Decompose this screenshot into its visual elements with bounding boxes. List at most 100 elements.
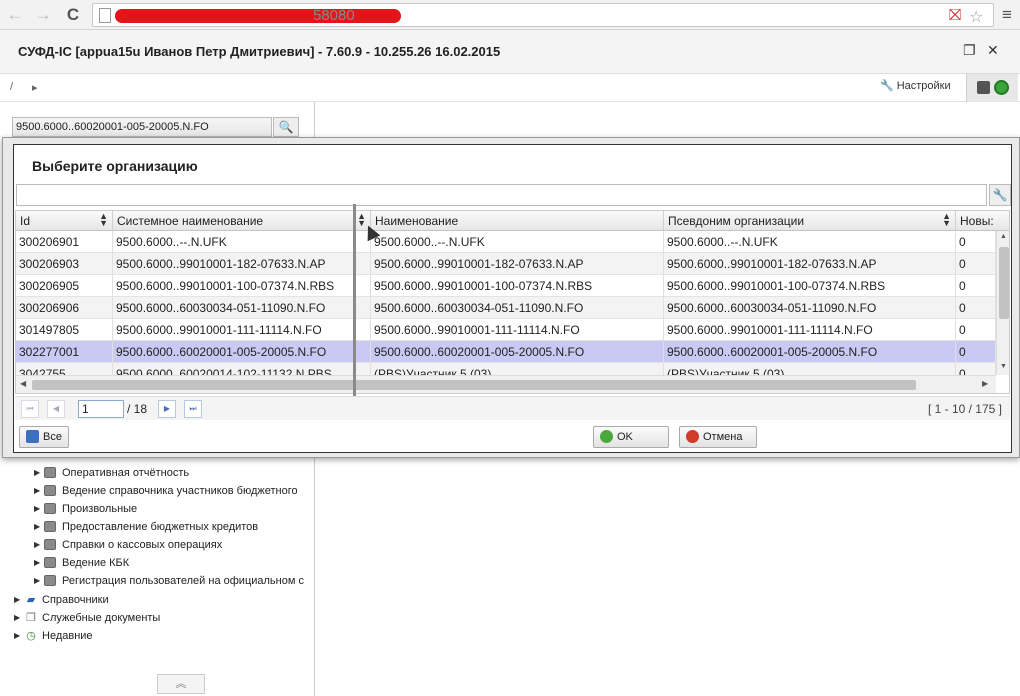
cell-name: 9500.6000..99010001-100-07374.N.RBS	[371, 275, 664, 297]
sort-icon[interactable]: ▲ ▼	[99, 212, 108, 228]
cell-alias: 9500.6000..99010001-111-11114.N.FO	[664, 319, 956, 341]
expand-arrow-icon[interactable]: ▶	[14, 595, 24, 604]
table-row[interactable]: 300206906 9500.6000..60030034-051-11090.…	[16, 297, 996, 319]
scroll-down-icon[interactable]: ▼	[1000, 363, 1007, 370]
tree-item[interactable]: ▶ Регистрация пользователей на официально…	[34, 575, 304, 587]
hamburger-menu-icon[interactable]: ≡	[996, 4, 1018, 26]
page-count: / 18	[127, 402, 148, 416]
expand-arrow-icon[interactable]: ▶	[34, 486, 44, 495]
refresh-icon[interactable]	[994, 80, 1009, 95]
cell-system-name: 9500.6000..60020001-005-20005.N.FO	[113, 341, 371, 363]
forward-arrow-icon[interactable]: →	[32, 4, 54, 26]
cell-name: (PBS)Участник 5 (03)	[371, 363, 664, 375]
check-icon	[600, 430, 613, 443]
tree-item-references[interactable]: ▶ ▰ Справочники	[14, 593, 304, 606]
column-header-alias[interactable]: Псевдоним организации ▲ ▼	[664, 211, 956, 231]
back-arrow-icon[interactable]: ←	[4, 4, 26, 26]
expand-arrow-icon[interactable]: ▶	[34, 504, 44, 513]
filter-input[interactable]	[16, 184, 987, 206]
tree-item-service-documents[interactable]: ▶ ❐ Служебные документы	[14, 611, 304, 624]
monitor-icon[interactable]	[977, 81, 990, 94]
settings-button[interactable]: 🔧 Настройки	[880, 79, 951, 92]
address-bar[interactable]: 58080 ⛝ ☆	[92, 3, 994, 27]
cell-id: 300206901	[16, 231, 113, 253]
table-row[interactable]: 300206905 9500.6000..99010001-100-07374.…	[16, 275, 996, 297]
expand-arrow-icon[interactable]: ▶	[34, 522, 44, 531]
tree-item[interactable]: ▶ Предоставление бюджетных кредитов	[34, 521, 304, 533]
next-page-icon[interactable]: ▶	[158, 400, 176, 418]
scroll-up-icon[interactable]: ▲	[1000, 233, 1007, 240]
main-toolbar: / ▸ 🔧 Настройки	[0, 74, 1020, 102]
sort-icon[interactable]: ▲ ▼	[942, 212, 951, 228]
first-page-icon[interactable]: ⏮	[21, 400, 39, 418]
all-button[interactable]: Все	[19, 426, 69, 448]
restore-icon[interactable]: ❐	[963, 42, 976, 59]
left-search-input[interactable]: 9500.6000..60020001-005-20005.N.FO	[12, 117, 272, 137]
column-header-id[interactable]: Id ▲ ▼	[16, 211, 113, 231]
sort-icon[interactable]: ▲ ▼	[357, 212, 366, 228]
column-header-name[interactable]: Наименование	[371, 211, 664, 231]
expand-arrow-icon[interactable]: ▶	[34, 468, 44, 477]
cell-system-name: 9500.6000..60020014-102-11132.N.PBS	[113, 363, 371, 375]
collapse-panel-button[interactable]: ︽	[157, 674, 205, 694]
breadcrumb-arrow[interactable]: ▸	[32, 81, 38, 94]
cell-name: 9500.6000..60020001-005-20005.N.FO	[371, 341, 664, 363]
cell-system-name: 9500.6000..60030034-051-11090.N.FO	[113, 297, 371, 319]
folder-icon	[44, 575, 56, 586]
ok-button[interactable]: OK	[593, 426, 669, 448]
scroll-right-icon[interactable]: ▶	[982, 379, 988, 388]
page-number-input[interactable]: 1	[78, 400, 124, 418]
tree-item[interactable]: ▶ Ведение справочника участников бюджетно…	[34, 485, 304, 497]
cell-new: 0	[956, 297, 996, 319]
expand-arrow-icon[interactable]: ▶	[34, 558, 44, 567]
wrench-icon: 🔧	[880, 80, 894, 92]
scrollbar-thumb[interactable]	[32, 380, 916, 390]
table-row[interactable]: 301497805 9500.6000..99010001-111-11114.…	[16, 319, 996, 341]
cell-name: 9500.6000..99010001-182-07633.N.AP	[371, 253, 664, 275]
blocked-icon[interactable]: ⛝	[949, 7, 961, 25]
page-icon	[99, 8, 111, 23]
table-row[interactable]: 300206903 9500.6000..99010001-182-07633.…	[16, 253, 996, 275]
tree-item[interactable]: ▶ Ведение КБК	[34, 557, 304, 569]
scroll-left-icon[interactable]: ◀	[20, 379, 26, 388]
tree-item[interactable]: ▶ Оперативная отчётность	[34, 467, 304, 479]
records-info: [ 1 - 10 / 175 ]	[927, 402, 1002, 416]
prev-page-icon[interactable]: ◀	[47, 400, 65, 418]
cell-id: 300206905	[16, 275, 113, 297]
folder-icon	[44, 485, 56, 496]
star-icon[interactable]: ☆	[969, 7, 983, 27]
cell-name: 9500.6000..60030034-051-11090.N.FO	[371, 297, 664, 319]
cell-alias: 9500.6000..60020001-005-20005.N.FO	[664, 341, 956, 363]
table-row-selected[interactable]: 302277001 9500.6000..60020001-005-20005.…	[16, 341, 996, 363]
close-icon[interactable]: ✕	[987, 42, 999, 59]
cancel-button[interactable]: Отмена	[679, 426, 757, 448]
column-header-new[interactable]: Новы:	[956, 211, 1009, 231]
table-row[interactable]: 300206901 9500.6000..--.N.UFK 9500.6000.…	[16, 231, 996, 253]
last-page-icon[interactable]: ⏭	[184, 400, 202, 418]
cell-system-name: 9500.6000..--.N.UFK	[113, 231, 371, 253]
cell-name: 9500.6000..99010001-111-11114.N.FO	[371, 319, 664, 341]
expand-arrow-icon[interactable]: ▶	[34, 576, 44, 585]
expand-arrow-icon[interactable]: ▶	[14, 613, 24, 622]
vertical-scrollbar[interactable]: ▲ ▼	[996, 231, 1009, 375]
folder-icon	[44, 539, 56, 550]
column-resize-handle[interactable]	[353, 204, 356, 414]
settings-label: Настройки	[896, 80, 951, 92]
search-icon[interactable]: 🔍	[273, 117, 299, 137]
scrollbar-thumb[interactable]	[999, 247, 1009, 319]
cell-new: 0	[956, 341, 996, 363]
horizontal-scrollbar[interactable]: ◀ ▶	[16, 375, 996, 393]
tree-item-recent[interactable]: ▶ ◷ Недавние	[14, 629, 304, 642]
table-row[interactable]: 3042755 9500.6000..60020014-102-11132.N.…	[16, 363, 996, 375]
url-port: 58080	[313, 7, 355, 24]
select-organization-dialog: Выберите организацию 🔧 Id ▲ ▼ Системное на…	[2, 137, 1020, 458]
column-header-system-name[interactable]: Системное наименование ▲ ▼	[113, 211, 371, 231]
tree-item[interactable]: ▶ Справки о кассовых операциях	[34, 539, 304, 551]
expand-arrow-icon[interactable]: ▶	[34, 540, 44, 549]
expand-arrow-icon[interactable]: ▶	[14, 631, 24, 640]
cell-id: 302277001	[16, 341, 113, 363]
reload-icon[interactable]: C	[62, 4, 84, 26]
tree-item[interactable]: ▶ Произвольные	[34, 503, 304, 515]
grid-body: 300206901 9500.6000..--.N.UFK 9500.6000.…	[16, 231, 996, 375]
wrench-icon[interactable]: 🔧	[989, 184, 1011, 206]
